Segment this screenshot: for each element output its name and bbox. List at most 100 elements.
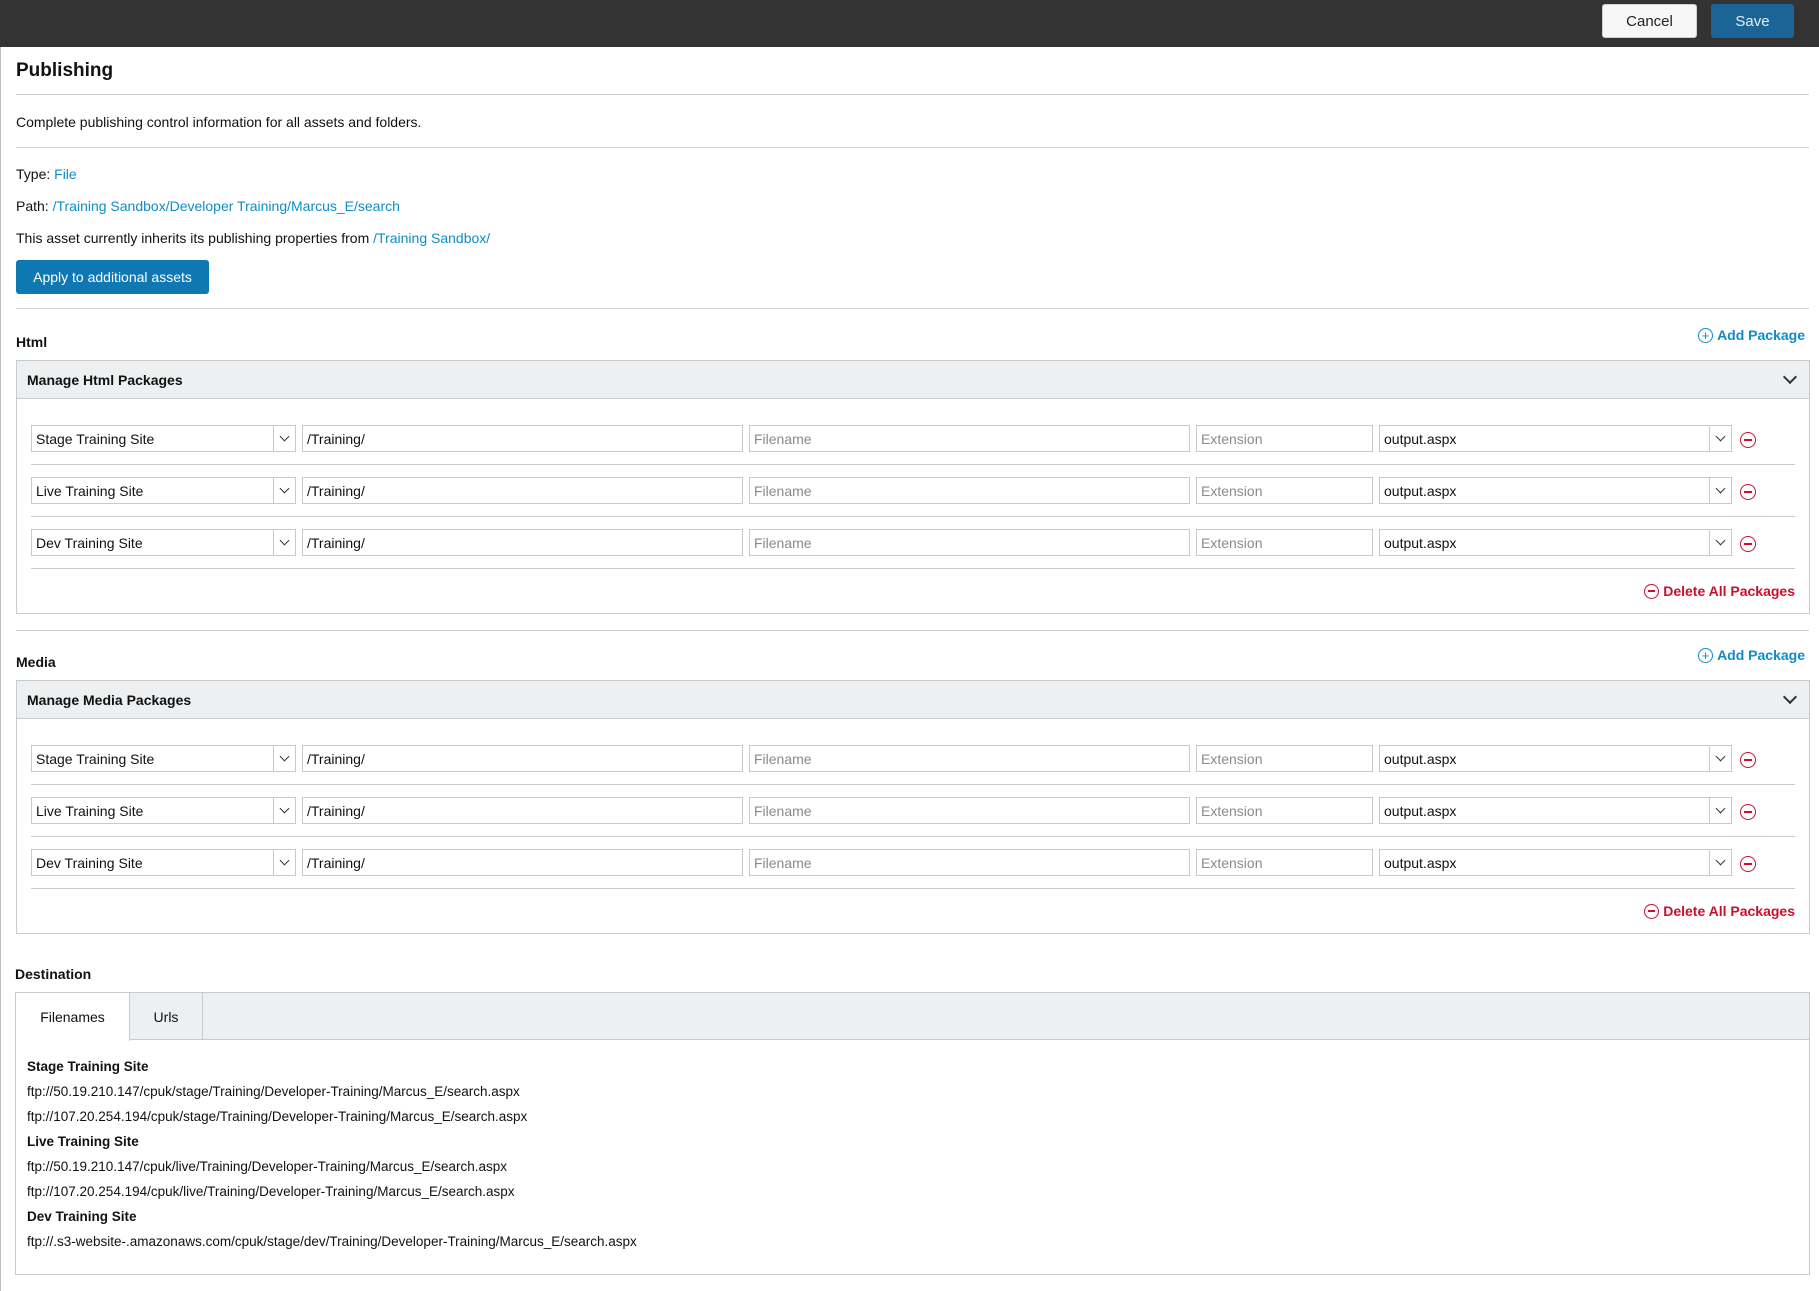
- select-arrow[interactable]: [1709, 530, 1731, 555]
- minus-circle-icon[interactable]: [1740, 484, 1756, 500]
- template-select[interactable]: output.aspx: [1379, 849, 1732, 876]
- chevron-down-icon: [1715, 483, 1726, 494]
- select-arrow[interactable]: [1709, 426, 1731, 451]
- select-arrow[interactable]: [273, 426, 295, 451]
- select-arrow[interactable]: [273, 746, 295, 771]
- destination-content: Stage Training Site ftp://50.19.210.147/c…: [16, 1040, 1809, 1268]
- path-value-link[interactable]: /Training Sandbox/Developer Training/Mar…: [53, 198, 400, 214]
- template-select-value: output.aspx: [1384, 430, 1457, 447]
- minus-circle-icon[interactable]: [1740, 432, 1756, 448]
- template-select-value: output.aspx: [1384, 534, 1457, 551]
- package-row: Dev Training Site/Training/Filename Exten…: [31, 517, 1795, 569]
- destination-tabs: Filenames Urls: [16, 993, 1809, 1041]
- chevron-down-icon: [279, 535, 290, 546]
- select-arrow[interactable]: [1709, 798, 1731, 823]
- select-arrow[interactable]: [273, 798, 295, 823]
- chevron-down-icon[interactable]: [1782, 689, 1798, 705]
- select-arrow[interactable]: [1709, 746, 1731, 771]
- template-select[interactable]: output.aspx: [1379, 529, 1732, 556]
- filename-input[interactable]: Filename: [749, 849, 1190, 876]
- page-description: Complete publishing control information …: [16, 114, 422, 130]
- template-select-value: output.aspx: [1384, 482, 1457, 499]
- type-value-link[interactable]: File: [54, 166, 77, 182]
- chevron-down-icon: [1715, 535, 1726, 546]
- destination-select[interactable]: Stage Training Site: [31, 425, 296, 452]
- destination-site-name: Stage Training Site: [27, 1059, 149, 1074]
- template-select[interactable]: output.aspx: [1379, 745, 1732, 772]
- destination-select-value: Dev Training Site: [36, 534, 143, 551]
- divider: [16, 94, 1809, 95]
- minus-circle-icon[interactable]: [1740, 752, 1756, 768]
- template-select[interactable]: output.aspx: [1379, 477, 1732, 504]
- template-select[interactable]: output.aspx: [1379, 425, 1732, 452]
- type-label: Type:: [16, 166, 51, 182]
- cancel-button[interactable]: Cancel: [1602, 4, 1697, 38]
- select-arrow[interactable]: [273, 850, 295, 875]
- extension-input[interactable]: Extension: [1196, 797, 1373, 824]
- filename-input[interactable]: Filename: [749, 529, 1190, 556]
- destination-select[interactable]: Stage Training Site: [31, 745, 296, 772]
- template-select-value: output.aspx: [1384, 750, 1457, 767]
- minus-circle-icon[interactable]: [1740, 856, 1756, 872]
- path-input[interactable]: /Training/: [302, 477, 743, 504]
- destination-select[interactable]: Dev Training Site: [31, 849, 296, 876]
- destination-select[interactable]: Live Training Site: [31, 797, 296, 824]
- html-add-package-button[interactable]: + Add Package: [1698, 327, 1805, 343]
- chevron-down-icon: [1715, 431, 1726, 442]
- template-select[interactable]: output.aspx: [1379, 797, 1732, 824]
- page-title: Publishing: [16, 60, 114, 81]
- delete-all-packages-button[interactable]: Delete All Packages: [1644, 903, 1795, 919]
- minus-circle-icon[interactable]: [1740, 804, 1756, 820]
- delete-all-packages-button[interactable]: Delete All Packages: [1644, 583, 1795, 599]
- filename-input[interactable]: Filename: [749, 797, 1190, 824]
- plus-circle-icon: +: [1698, 647, 1714, 663]
- html-packages-header[interactable]: Manage Html Packages: [17, 361, 1809, 399]
- select-arrow[interactable]: [1709, 478, 1731, 503]
- destination-url: ftp://50.19.210.147/cpuk/stage/Training/…: [27, 1084, 520, 1099]
- chevron-down-icon: [279, 803, 290, 814]
- destination-url: ftp://50.19.210.147/cpuk/live/Training/D…: [27, 1159, 508, 1174]
- filename-input[interactable]: Filename: [749, 477, 1190, 504]
- path-input[interactable]: /Training/: [302, 745, 743, 772]
- select-arrow[interactable]: [1709, 850, 1731, 875]
- save-button[interactable]: Save: [1711, 4, 1794, 38]
- top-toolbar: Cancel Save: [0, 0, 1819, 47]
- path-input[interactable]: /Training/: [302, 797, 743, 824]
- chevron-down-icon: [279, 751, 290, 762]
- filename-input[interactable]: Filename: [749, 745, 1190, 772]
- extension-input[interactable]: Extension: [1196, 477, 1373, 504]
- divider: [16, 630, 1809, 631]
- apply-to-additional-assets-button[interactable]: Apply to additional assets: [16, 260, 209, 294]
- minus-circle-icon[interactable]: [1740, 536, 1756, 552]
- destination-url: ftp://.s3-website-.amazonaws.com/cpuk/st…: [27, 1234, 637, 1249]
- select-arrow[interactable]: [273, 478, 295, 503]
- divider: [16, 147, 1809, 148]
- media-section-label: Media: [16, 654, 56, 670]
- chevron-down-icon: [279, 855, 290, 866]
- extension-input[interactable]: Extension: [1196, 529, 1373, 556]
- chevron-down-icon[interactable]: [1782, 369, 1798, 385]
- template-select-value: output.aspx: [1384, 854, 1457, 871]
- path-input[interactable]: /Training/: [302, 529, 743, 556]
- destination-select[interactable]: Live Training Site: [31, 477, 296, 504]
- select-arrow[interactable]: [273, 530, 295, 555]
- extension-input[interactable]: Extension: [1196, 745, 1373, 772]
- template-select-value: output.aspx: [1384, 802, 1457, 819]
- tab-filenames[interactable]: Filenames: [16, 993, 130, 1041]
- destination-select[interactable]: Dev Training Site: [31, 529, 296, 556]
- destination-select-value: Live Training Site: [36, 482, 144, 499]
- path-input[interactable]: /Training/: [302, 425, 743, 452]
- delete-all-label: Delete All Packages: [1663, 903, 1795, 919]
- package-row: Stage Training Site/Training/Filename Ext…: [31, 413, 1795, 465]
- inherit-link[interactable]: /Training Sandbox/: [373, 230, 490, 246]
- package-row: Live Training Site/Training/Filename Exte…: [31, 465, 1795, 517]
- media-add-package-button[interactable]: + Add Package: [1698, 647, 1805, 663]
- extension-input[interactable]: Extension: [1196, 425, 1373, 452]
- filename-input[interactable]: Filename: [749, 425, 1190, 452]
- chevron-down-icon: [279, 431, 290, 442]
- extension-input[interactable]: Extension: [1196, 849, 1373, 876]
- tab-urls[interactable]: Urls: [130, 993, 203, 1040]
- destination-select-value: Stage Training Site: [36, 750, 155, 767]
- path-input[interactable]: /Training/: [302, 849, 743, 876]
- media-packages-header[interactable]: Manage Media Packages: [17, 681, 1809, 719]
